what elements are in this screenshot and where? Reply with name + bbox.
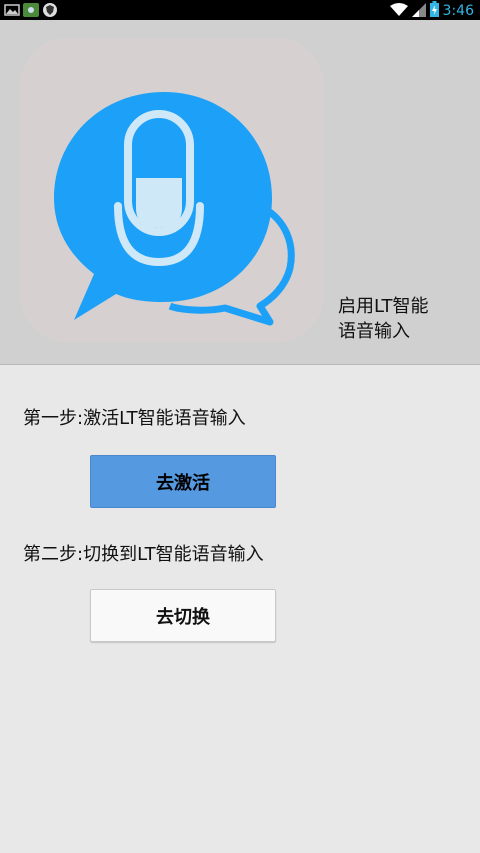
clock-time: 3:46 bbox=[442, 3, 474, 19]
signal-icon bbox=[411, 2, 426, 21]
shield-icon bbox=[42, 2, 58, 18]
app-title-line2: 语音输入 bbox=[338, 321, 410, 342]
status-bar: 3:46 bbox=[0, 0, 480, 20]
activate-button[interactable]: 去激活 bbox=[90, 455, 276, 508]
microphone-chat-bubble-icon bbox=[54, 92, 295, 326]
switch-button[interactable]: 去切换 bbox=[90, 589, 276, 642]
app-icon bbox=[23, 2, 39, 18]
header-banner: 启用LT智能 语音输入 bbox=[0, 20, 480, 365]
wifi-icon bbox=[389, 2, 408, 21]
image-icon bbox=[4, 2, 20, 18]
app-title: 启用LT智能 语音输入 bbox=[338, 294, 468, 344]
step-1-label: 第一步:激活LT智能语音输入 bbox=[23, 408, 246, 429]
battery-icon bbox=[429, 1, 439, 21]
app-title-line1: 启用LT智能 bbox=[338, 296, 429, 317]
step-2-label: 第二步:切换到LT智能语音输入 bbox=[23, 544, 264, 565]
